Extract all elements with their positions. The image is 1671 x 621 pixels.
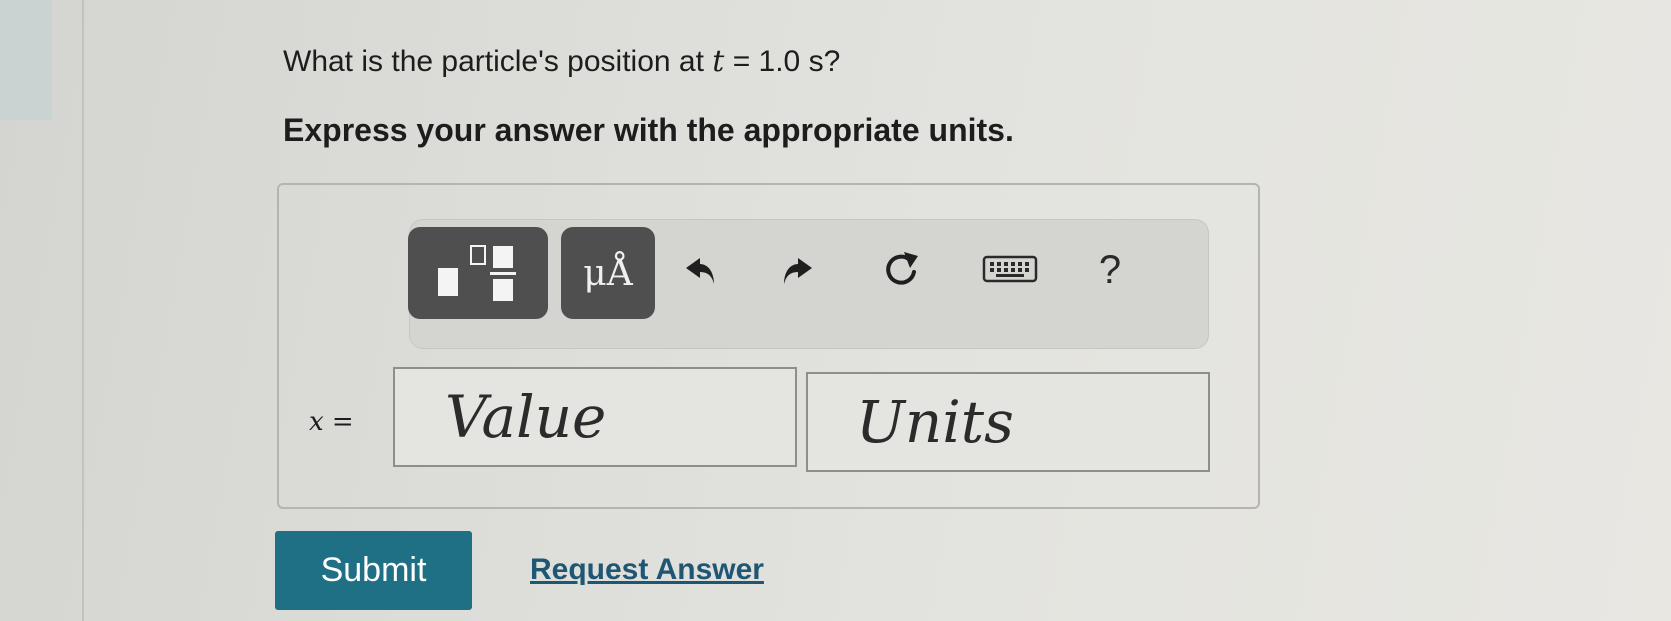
value-input[interactable]: Value — [393, 367, 797, 467]
request-answer-link[interactable]: Request Answer — [530, 553, 764, 587]
units-placeholder: Units — [856, 388, 1014, 456]
left-divider — [82, 0, 84, 621]
undo-icon — [686, 258, 714, 284]
submit-button[interactable]: Submit — [275, 531, 472, 610]
left-panel-strip — [0, 0, 52, 120]
reset-icon — [886, 252, 918, 285]
question-prefix: What is the particle's position at — [283, 45, 704, 78]
redo-icon — [784, 258, 812, 284]
answer-panel: μÅ ? x = Value Units — [277, 183, 1260, 509]
question-suffix: = 1.0 s? — [732, 45, 841, 78]
question-text: What is the particle's position at t = 1… — [283, 44, 840, 79]
reset-button[interactable] — [872, 240, 932, 300]
value-placeholder: Value — [445, 383, 607, 451]
help-icon: ? — [1098, 247, 1122, 292]
units-input[interactable]: Units — [806, 372, 1210, 472]
units-button-label: μÅ — [583, 252, 633, 294]
templates-button[interactable] — [408, 227, 548, 319]
math-toolbar: μÅ ? — [408, 219, 1209, 349]
templates-icon — [438, 245, 516, 301]
units-button[interactable]: μÅ — [561, 227, 655, 319]
keyboard-button[interactable] — [980, 240, 1040, 300]
undo-button[interactable] — [668, 240, 728, 300]
question-variable: t — [712, 44, 725, 79]
redo-button[interactable] — [770, 240, 830, 300]
keyboard-icon — [982, 255, 1038, 283]
answer-variable-label: x = — [309, 407, 354, 437]
instruction-text: Express your answer with the appropriate… — [283, 112, 1014, 148]
help-button[interactable]: ? — [1080, 240, 1140, 300]
